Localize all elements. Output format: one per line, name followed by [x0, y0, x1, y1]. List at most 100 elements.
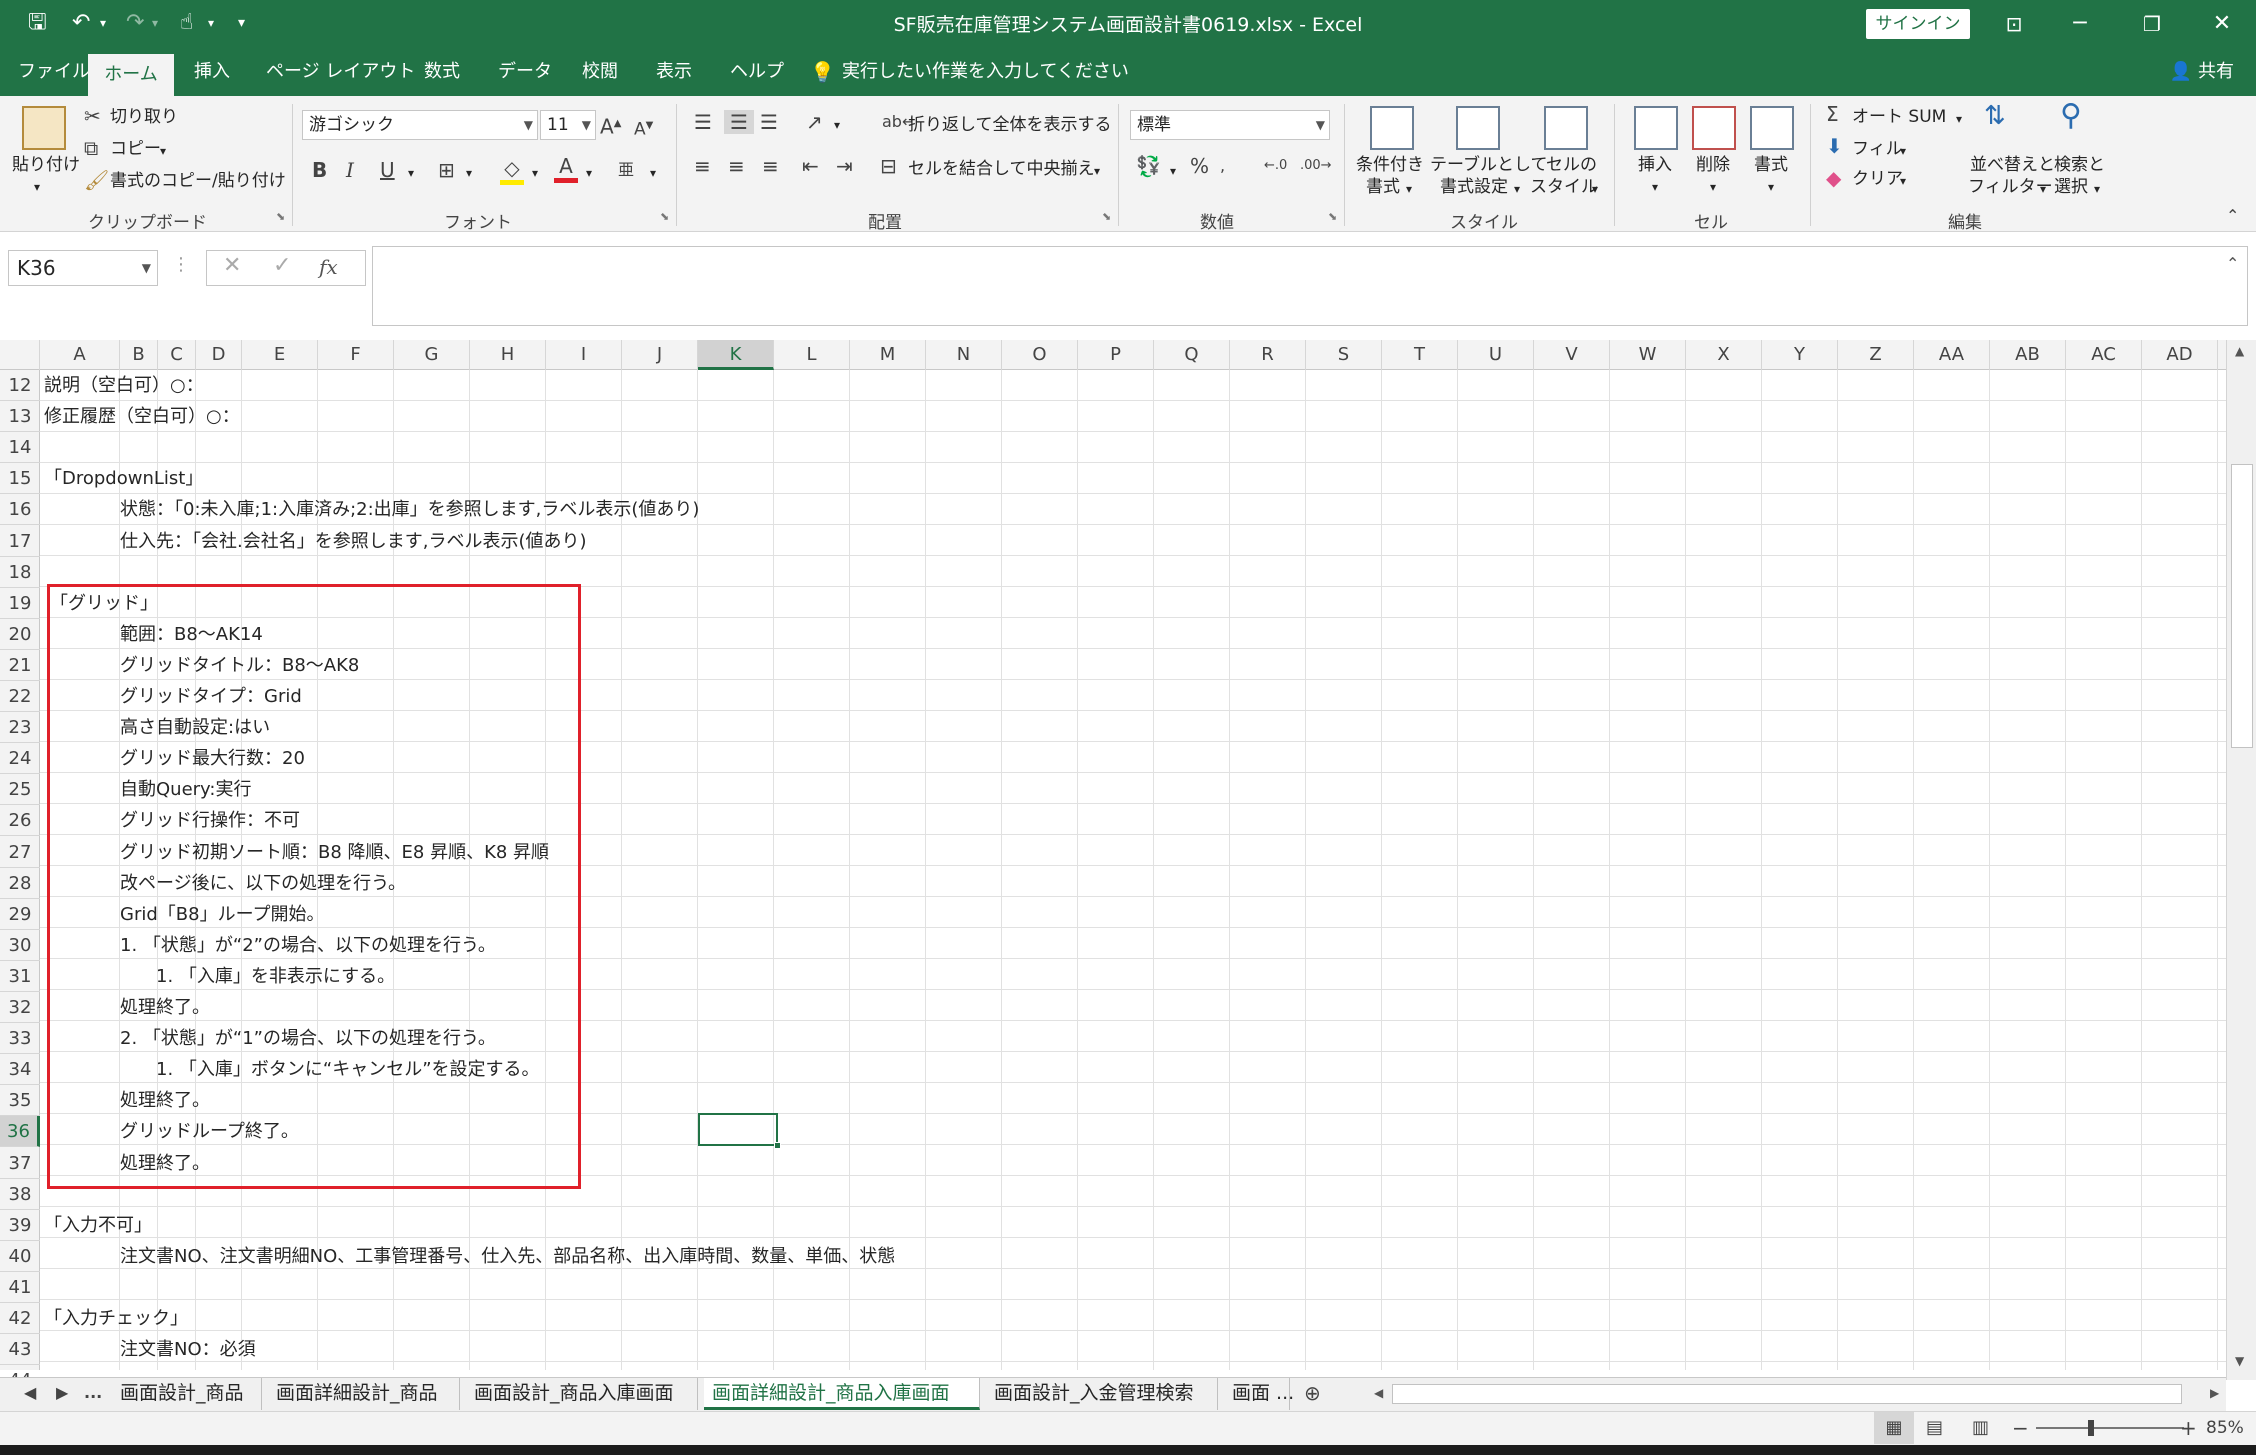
column-header-o[interactable]: O	[1002, 340, 1078, 370]
cell-c17[interactable]: 仕入先：「会社.会社名」を参照します,ラベル表示(値あり)	[120, 526, 587, 557]
sort-filter-line1[interactable]: 並べ替えと	[1970, 154, 2055, 176]
conditional-format-line1[interactable]: 条件付き	[1356, 154, 1424, 176]
column-header-b[interactable]: B	[120, 340, 158, 370]
format-painter-icon[interactable]: 🖌	[84, 168, 109, 192]
column-header-s[interactable]: S	[1306, 340, 1382, 370]
conditional-format-dropdown-icon[interactable]: ▾	[1406, 178, 1412, 200]
row-header-17[interactable]: 17	[0, 526, 40, 557]
decrease-decimal-icon[interactable]: .00→	[1300, 154, 1332, 178]
row-header-32[interactable]: 32	[0, 992, 40, 1024]
align-top-icon[interactable]: ☰	[694, 110, 712, 134]
close-icon[interactable]: ✕	[2202, 8, 2242, 40]
italic-button[interactable]: I	[346, 158, 354, 182]
column-header-r[interactable]: R	[1230, 340, 1306, 370]
column-header-u[interactable]: U	[1458, 340, 1534, 370]
row-header-34[interactable]: 34	[0, 1054, 40, 1086]
row-header-36[interactable]: 36	[0, 1116, 40, 1148]
row-header-25[interactable]: 25	[0, 774, 40, 806]
clear-dropdown-icon[interactable]: ▾	[1900, 170, 1906, 192]
next-sheet-icon[interactable]: ▶	[56, 1378, 68, 1410]
column-header-z[interactable]: Z	[1838, 340, 1914, 370]
conditional-format-line2[interactable]: 書式	[1366, 176, 1400, 198]
column-header-k[interactable]: K	[698, 340, 774, 370]
column-header-l[interactable]: L	[774, 340, 850, 370]
scroll-left-icon[interactable]: ◀	[1374, 1386, 1383, 1400]
increase-indent-icon[interactable]: ⇥	[836, 154, 853, 178]
cell-styles-icon[interactable]	[1544, 106, 1588, 150]
row-header-19[interactable]: 19	[0, 588, 40, 619]
fill-button[interactable]: フィル	[1852, 138, 1903, 160]
insert-function-button[interactable]: fx	[319, 255, 338, 279]
sheet-tab-4[interactable]: 画面詳細設計_商品入庫画面	[704, 1378, 980, 1410]
clear-icon[interactable]: ◆	[1826, 166, 1841, 190]
column-header-w[interactable]: W	[1610, 340, 1686, 370]
tab-view[interactable]: 表示	[656, 58, 692, 86]
row-header-21[interactable]: 21	[0, 650, 40, 681]
find-select-dropdown-icon[interactable]: ▾	[2094, 178, 2100, 200]
collapse-ribbon-icon[interactable]: ⌃	[2226, 204, 2239, 228]
normal-view-icon[interactable]: ▦	[1874, 1412, 1914, 1444]
share-button[interactable]: 👤 共有	[2170, 58, 2234, 86]
cell-c40[interactable]: 注文書NO、注文書明細NO、工事管理番号、仕入先、部品名称、出入庫時間、数量、単…	[120, 1241, 895, 1272]
sheet-tab-2[interactable]: 画面詳細設計_商品	[268, 1378, 460, 1410]
merge-center-icon[interactable]: ⊟	[880, 154, 897, 178]
borders-dropdown-icon[interactable]: ▾	[466, 162, 472, 184]
merge-center-button[interactable]: セルを結合して中央揃え	[908, 158, 1095, 180]
autosum-button[interactable]: オート SUM	[1852, 106, 1946, 128]
copy-button[interactable]: コピー	[110, 138, 161, 160]
format-as-table-line1[interactable]: テーブルとして	[1430, 154, 1547, 176]
autosum-icon[interactable]: Σ	[1826, 102, 1839, 126]
delete-dropdown-icon[interactable]: ▾	[1710, 176, 1716, 198]
minimize-icon[interactable]: ─	[2060, 8, 2100, 40]
row-header-27[interactable]: 27	[0, 837, 40, 868]
column-header-n[interactable]: N	[926, 340, 1002, 370]
row-header-42[interactable]: 42	[0, 1303, 40, 1335]
column-header-v[interactable]: V	[1534, 340, 1610, 370]
tab-file[interactable]: ファイル	[18, 58, 90, 86]
signin-button[interactable]: サインイン	[1866, 9, 1970, 39]
format-dropdown-icon[interactable]: ▾	[1768, 176, 1774, 198]
row-header-28[interactable]: 28	[0, 868, 40, 899]
column-header-ab[interactable]: AB	[1990, 340, 2066, 370]
format-as-table-line2[interactable]: 書式設定	[1440, 176, 1508, 198]
column-header-q[interactable]: Q	[1154, 340, 1230, 370]
zoom-in-icon[interactable]: +	[2180, 1412, 2197, 1444]
column-header-d[interactable]: D	[196, 340, 242, 370]
find-select-line2[interactable]: 選択	[2054, 176, 2088, 198]
accounting-dropdown-icon[interactable]: ▾	[1170, 160, 1176, 182]
page-break-view-icon[interactable]: ▥	[1972, 1412, 1989, 1444]
percent-style-button[interactable]: %	[1190, 154, 1209, 178]
tab-review[interactable]: 校閲	[582, 58, 618, 86]
borders-icon[interactable]: ⊞	[438, 158, 455, 182]
cell-a42[interactable]: 「入力チェック」	[44, 1303, 188, 1334]
cell-a39[interactable]: 「入力不可」	[44, 1210, 152, 1241]
fill-handle[interactable]	[774, 1142, 781, 1149]
sheet-tab-6[interactable]: 画面 ...	[1224, 1378, 1294, 1410]
row-header-41[interactable]: 41	[0, 1272, 40, 1303]
column-header-ac[interactable]: AC	[2066, 340, 2142, 370]
delete-cells-icon[interactable]	[1692, 106, 1736, 150]
row-header-14[interactable]: 14	[0, 432, 40, 464]
sort-filter-dropdown-icon[interactable]: ▾	[2040, 178, 2046, 200]
column-header-h[interactable]: H	[470, 340, 546, 370]
zoom-out-icon[interactable]: −	[2012, 1412, 2029, 1444]
cell-a12[interactable]: 説明（空白可）○：	[44, 370, 204, 401]
column-header-y[interactable]: Y	[1762, 340, 1838, 370]
phonetic-dropdown-icon[interactable]: ▾	[650, 162, 656, 184]
row-header-40[interactable]: 40	[0, 1241, 40, 1272]
horizontal-scrollbar[interactable]: ◀ ▶	[1370, 1377, 2226, 1411]
column-header-p[interactable]: P	[1078, 340, 1154, 370]
column-header-i[interactable]: I	[546, 340, 622, 370]
format-as-table-dropdown-icon[interactable]: ▾	[1514, 178, 1520, 200]
underline-dropdown-icon[interactable]: ▾	[408, 162, 414, 184]
fill-color-icon[interactable]: ◇	[500, 156, 524, 185]
increase-decimal-icon[interactable]: ←.0	[1264, 154, 1287, 178]
formula-input[interactable]	[372, 246, 2248, 326]
expand-formula-icon[interactable]: ⌃	[2226, 254, 2239, 273]
restore-icon[interactable]: ❐	[2132, 8, 2172, 40]
ribbon-display-icon[interactable]: ⊡	[1994, 8, 2034, 40]
column-header-ad[interactable]: AD	[2142, 340, 2218, 370]
tab-insert[interactable]: 挿入	[194, 58, 230, 86]
cut-icon[interactable]: ✂	[84, 104, 101, 128]
clear-button[interactable]: クリア	[1852, 168, 1903, 190]
